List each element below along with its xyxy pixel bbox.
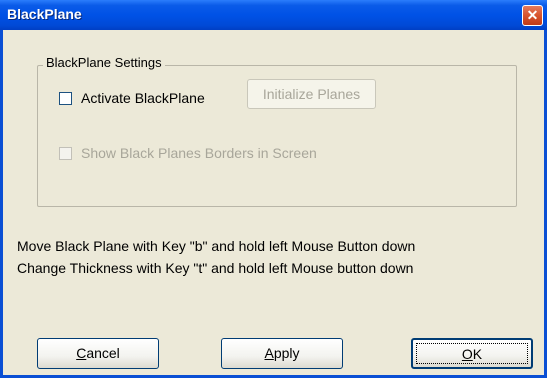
- cancel-mnemonic: C: [76, 345, 87, 361]
- focus-rectangle: [416, 343, 528, 364]
- title-bar[interactable]: BlackPlane ✕: [0, 0, 547, 30]
- show-borders-checkbox[interactable]: [59, 147, 72, 160]
- close-button[interactable]: ✕: [522, 5, 543, 26]
- info-line-move: Move Black Plane with Key "b" and hold l…: [17, 238, 416, 254]
- window-title: BlackPlane: [7, 6, 82, 22]
- apply-mnemonic: A: [264, 345, 274, 361]
- initialize-planes-button[interactable]: Initialize Planes: [247, 79, 376, 109]
- blackplane-dialog: BlackPlane ✕ BlackPlane Settings Activat…: [0, 0, 547, 378]
- apply-label-rest: pply: [273, 345, 300, 361]
- cancel-label-rest: ancel: [86, 345, 120, 361]
- cancel-button[interactable]: Cancel: [37, 338, 159, 369]
- apply-button[interactable]: Apply: [221, 338, 343, 369]
- close-icon: ✕: [526, 7, 539, 23]
- activate-blackplane-checkbox[interactable]: [59, 92, 72, 105]
- initialize-planes-label: Initialize Planes: [262, 86, 361, 102]
- info-line-thickness: Change Thickness with Key "t" and hold l…: [17, 260, 414, 276]
- show-borders-label[interactable]: Show Black Planes Borders in Screen: [81, 145, 317, 161]
- groupbox-label: BlackPlane Settings: [43, 55, 165, 70]
- ok-button[interactable]: OK: [411, 338, 533, 369]
- activate-blackplane-label[interactable]: Activate BlackPlane: [81, 90, 205, 106]
